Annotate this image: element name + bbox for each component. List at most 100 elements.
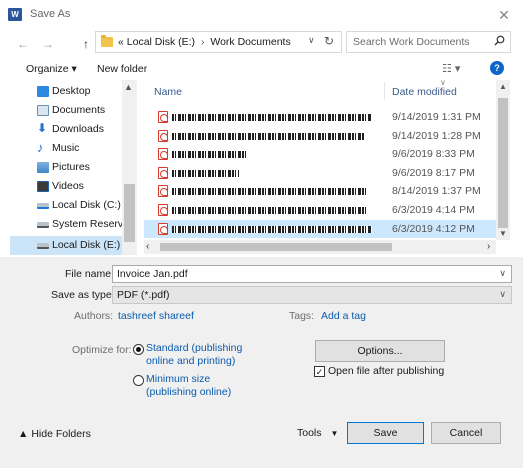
sidebar-item-label: Pictures bbox=[52, 161, 90, 173]
pdf-file-icon bbox=[158, 129, 168, 142]
sidebar-item-documents[interactable]: Documents bbox=[10, 101, 122, 120]
add-tag-link[interactable]: Add a tag bbox=[321, 310, 366, 322]
sidebar-item-label: Local Disk (E:) bbox=[52, 239, 121, 251]
scroll-down-icon[interactable]: ▼ bbox=[499, 229, 507, 238]
file-list-horizontal-scrollbar-thumb[interactable] bbox=[160, 243, 392, 251]
scroll-up-icon[interactable]: ▲ bbox=[499, 82, 507, 91]
search-placeholder: Search Work Documents bbox=[353, 36, 470, 48]
up-arrow-icon[interactable]: ↑ bbox=[77, 35, 95, 53]
sidebar-item-label: Downloads bbox=[52, 123, 104, 135]
file-row[interactable]: 9/14/2019 1:28 PM bbox=[144, 127, 496, 145]
optimize-minimum-label-line2[interactable]: (publishing online) bbox=[146, 386, 231, 398]
optimize-standard-label-line2[interactable]: online and printing) bbox=[146, 355, 235, 367]
navigation-pane: Desktop Documents ⬇ Downloads ♪ Music Pi… bbox=[10, 80, 138, 255]
save-options-panel: File name: Invoice Jan.pdf ∨ Save as typ… bbox=[0, 257, 523, 468]
scroll-up-icon[interactable]: ▲ bbox=[124, 82, 133, 92]
file-row[interactable]: 9/6/2019 8:33 PM bbox=[144, 145, 496, 163]
pdf-file-icon bbox=[158, 111, 168, 123]
file-list-vertical-scrollbar-thumb[interactable] bbox=[498, 98, 508, 228]
toolbar: Organize ▾ New folder ☷ ▾ ? bbox=[0, 60, 523, 80]
optimize-minimum-radio[interactable] bbox=[133, 375, 144, 386]
file-date-modified: 9/6/2019 8:33 PM bbox=[392, 148, 475, 161]
file-name-redacted bbox=[172, 132, 365, 140]
file-row[interactable]: 9/6/2019 8:17 PM bbox=[144, 164, 496, 182]
sidebar-item-local-disk-c[interactable]: Local Disk (C:) bbox=[10, 196, 122, 215]
open-after-publishing-label[interactable]: Open file after publishing bbox=[328, 365, 444, 377]
sidebar-item-label: Documents bbox=[52, 104, 106, 116]
file-name-redacted bbox=[172, 225, 372, 233]
open-after-publishing-checkbox[interactable]: ✓ bbox=[314, 366, 325, 377]
desktop-icon bbox=[37, 86, 49, 97]
forward-arrow-icon[interactable]: → bbox=[39, 35, 57, 53]
file-row[interactable]: 9/14/2019 1:31 PM bbox=[144, 108, 496, 126]
sidebar-item-local-disk-e[interactable]: Local Disk (E:) bbox=[10, 236, 122, 255]
caret-down-icon: ▼ bbox=[330, 429, 339, 438]
breadcrumb-prefix: « bbox=[118, 36, 124, 48]
cancel-button[interactable]: Cancel bbox=[431, 422, 501, 444]
drive-icon bbox=[37, 222, 49, 228]
title-bar: W Save As ✕ bbox=[0, 0, 523, 30]
breadcrumb-separator-icon: › bbox=[200, 36, 205, 48]
breadcrumb-work-documents[interactable]: Work Documents bbox=[210, 36, 290, 48]
pdf-file-icon bbox=[158, 185, 168, 198]
nav-scrollbar-thumb[interactable] bbox=[124, 184, 135, 242]
file-list: ∨ Name Date modified 9/14/2019 1:31 PM 9/… bbox=[144, 80, 510, 255]
sidebar-item-pictures[interactable]: Pictures bbox=[10, 158, 122, 177]
file-row[interactable]: 8/14/2019 1:37 PM bbox=[144, 182, 496, 200]
organize-button[interactable]: Organize ▾ bbox=[26, 63, 77, 75]
view-options-icon[interactable]: ☷ ▾ bbox=[442, 62, 460, 75]
optimize-minimum-label[interactable]: Minimum size bbox=[146, 373, 210, 385]
file-name-redacted bbox=[172, 114, 372, 121]
back-arrow-icon[interactable]: ← bbox=[14, 35, 32, 53]
close-button[interactable]: ✕ bbox=[490, 5, 518, 25]
file-date-modified: 8/14/2019 1:37 PM bbox=[392, 185, 481, 198]
chevron-down-icon[interactable]: ∨ bbox=[499, 268, 506, 279]
help-icon[interactable]: ? bbox=[490, 61, 504, 75]
chevron-down-icon[interactable]: ∨ bbox=[308, 35, 315, 46]
optimize-standard-radio[interactable] bbox=[133, 344, 144, 355]
file-row[interactable]: 6/3/2019 4:12 PM bbox=[144, 219, 496, 238]
hide-folders-button[interactable]: ▲ Hide Folders bbox=[18, 428, 91, 440]
scroll-right-icon[interactable]: › bbox=[487, 241, 490, 252]
breadcrumb[interactable]: « Local Disk (E:) › Work Documents bbox=[118, 36, 291, 48]
authors-value[interactable]: tashreef shareef bbox=[118, 310, 194, 322]
pdf-file-icon bbox=[158, 148, 168, 161]
save-button[interactable]: Save bbox=[347, 422, 424, 444]
drive-e-icon bbox=[37, 243, 49, 249]
save-as-type-select[interactable]: PDF (*.pdf) ∨ bbox=[112, 286, 512, 304]
downloads-icon: ⬇ bbox=[37, 121, 48, 135]
sidebar-item-desktop[interactable]: Desktop bbox=[10, 82, 122, 101]
column-header-date-modified[interactable]: Date modified bbox=[392, 86, 457, 98]
tools-button[interactable]: Tools ▼ bbox=[297, 427, 338, 439]
address-bar[interactable]: « Local Disk (E:) › Work Documents ∨ ↻ bbox=[95, 31, 342, 53]
file-name-label: File name: bbox=[65, 268, 115, 280]
refresh-icon[interactable]: ↻ bbox=[324, 34, 334, 48]
optimize-standard-label[interactable]: Standard (publishing bbox=[146, 342, 242, 354]
file-name-redacted bbox=[172, 188, 367, 196]
pdf-file-icon bbox=[158, 222, 168, 235]
column-separator[interactable] bbox=[384, 82, 385, 100]
pictures-icon bbox=[37, 162, 49, 173]
sidebar-item-music[interactable]: ♪ Music bbox=[10, 139, 122, 158]
scroll-left-icon[interactable]: ‹ bbox=[146, 241, 149, 252]
search-input[interactable]: Search Work Documents bbox=[346, 31, 511, 53]
documents-icon bbox=[37, 105, 49, 116]
sidebar-item-videos[interactable]: Videos bbox=[10, 177, 122, 196]
optimize-for-label: Optimize for: bbox=[72, 344, 132, 356]
chevron-down-icon[interactable]: ∨ bbox=[499, 289, 506, 300]
window-title: Save As bbox=[30, 8, 71, 20]
new-folder-button[interactable]: New folder bbox=[97, 63, 147, 75]
search-icon[interactable] bbox=[494, 35, 505, 49]
file-row[interactable]: 6/3/2019 4:14 PM bbox=[144, 201, 496, 219]
save-as-type-label: Save as type: bbox=[51, 289, 115, 301]
chevron-up-icon: ▲ bbox=[18, 428, 29, 440]
file-date-modified: 9/6/2019 8:17 PM bbox=[392, 166, 475, 179]
options-button[interactable]: Options... bbox=[315, 340, 445, 362]
sidebar-item-label: Videos bbox=[52, 180, 84, 192]
file-name-input[interactable]: Invoice Jan.pdf ∨ bbox=[112, 265, 512, 283]
sidebar-item-downloads[interactable]: ⬇ Downloads bbox=[10, 120, 122, 139]
column-header-name[interactable]: Name bbox=[154, 86, 182, 98]
sidebar-item-system-reserved[interactable]: System Reserved bbox=[10, 215, 135, 234]
file-name-redacted bbox=[172, 207, 367, 214]
breadcrumb-local-disk-e[interactable]: Local Disk (E:) bbox=[127, 36, 195, 48]
